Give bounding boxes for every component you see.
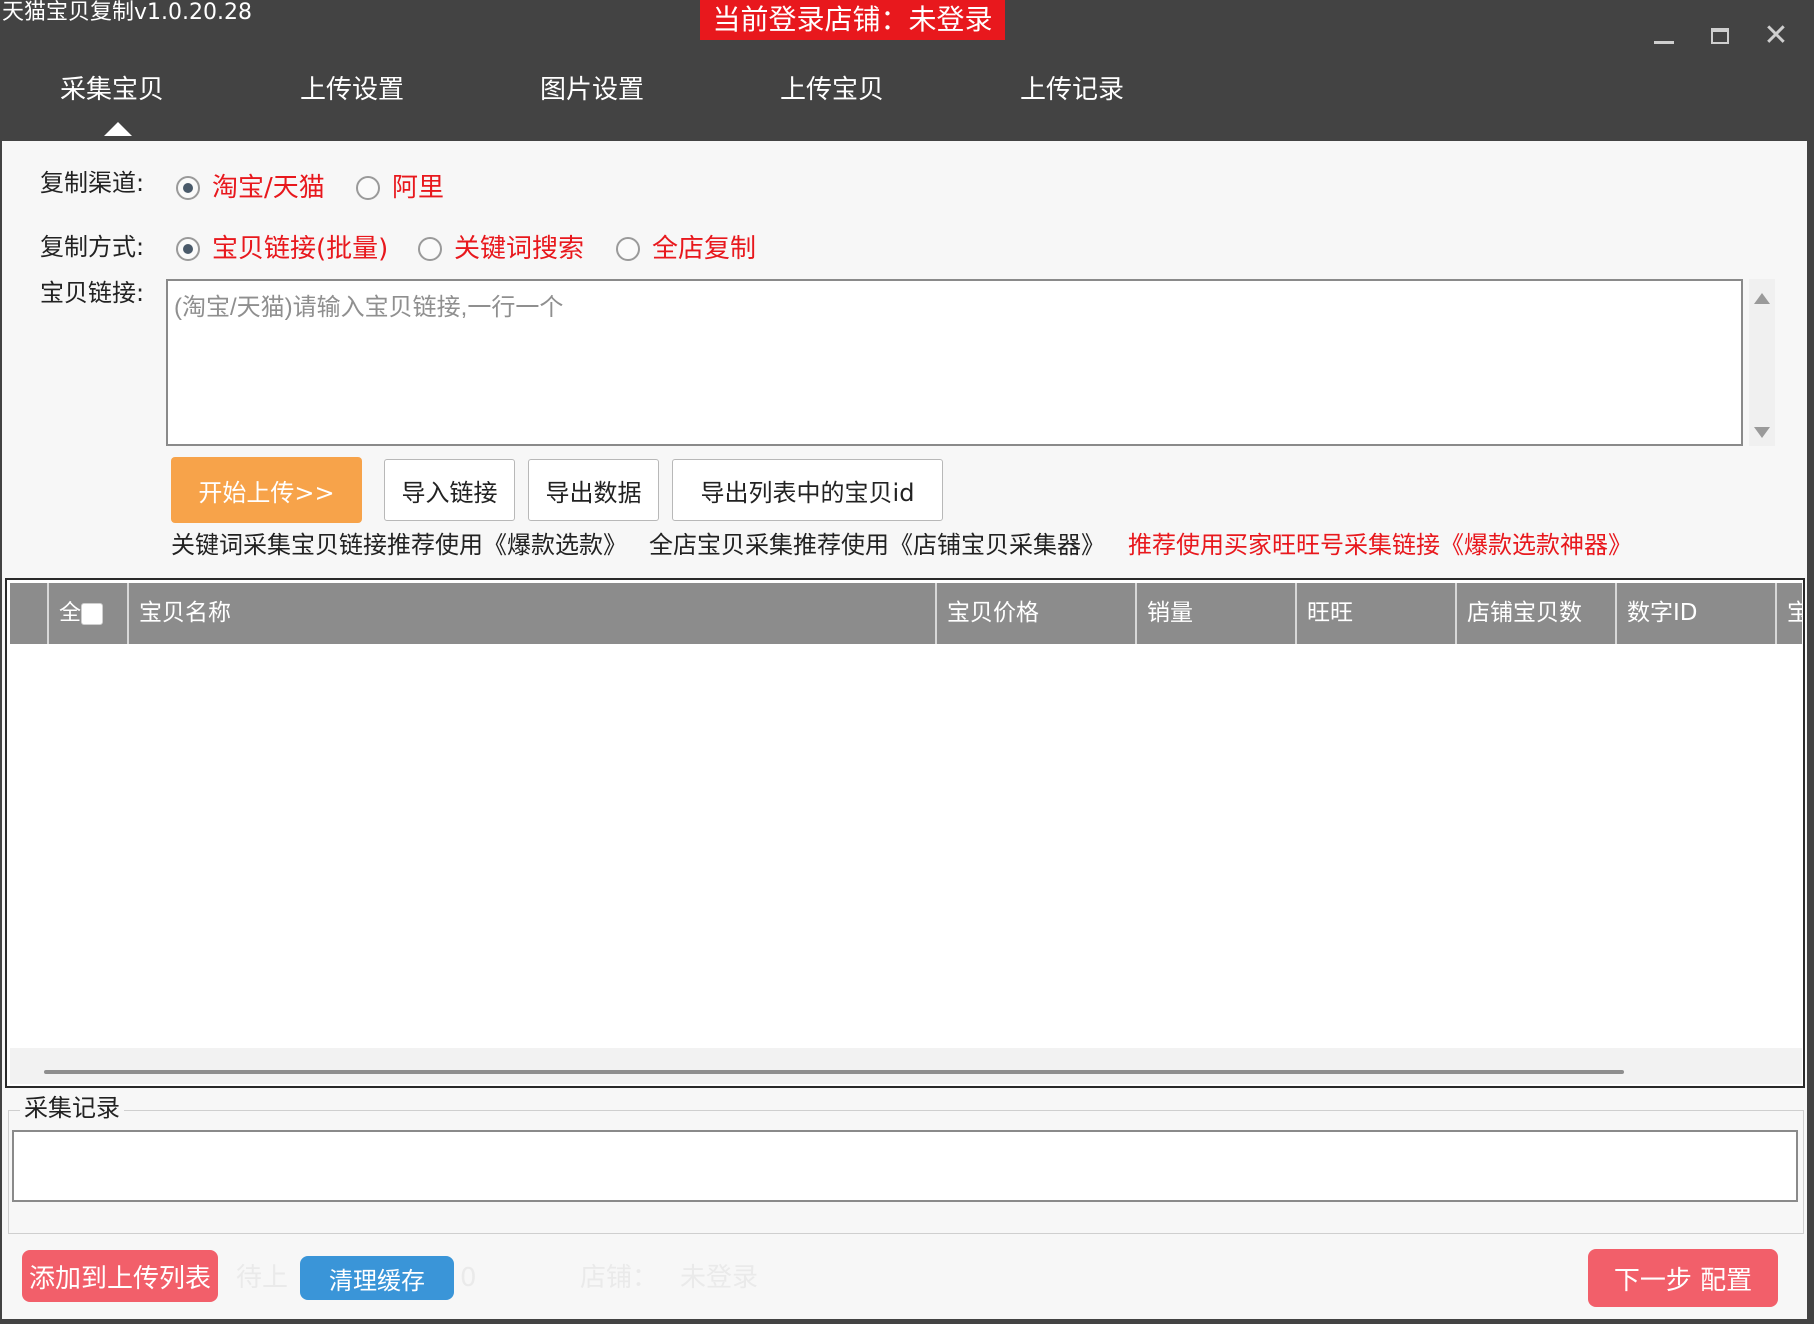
next-step-config-button[interactable]: 下一步 配置 — [1588, 1249, 1778, 1307]
link-label: 宝贝链接: — [40, 279, 145, 307]
minimize-icon — [1654, 40, 1674, 44]
link-textarea[interactable] — [168, 281, 1741, 444]
tab-upload-records[interactable]: 上传记录 — [1020, 72, 1124, 108]
active-tab-indicator — [104, 122, 132, 136]
tab-upload-items[interactable]: 上传宝贝 — [780, 72, 884, 108]
radio-method-item-link[interactable]: 宝贝链接(批量) — [176, 234, 388, 264]
column-header-truncated[interactable]: 宝 — [1775, 583, 1802, 644]
shop-label: 店铺： — [580, 1263, 659, 1293]
channel-label: 复制渠道: — [40, 169, 145, 197]
radio-unchecked-icon — [356, 176, 380, 200]
table-scroll-thumb[interactable] — [44, 1070, 1624, 1074]
column-header-sales[interactable]: 销量 — [1135, 583, 1295, 644]
close-icon: ✕ — [1763, 18, 1789, 53]
radio-label: 关键词搜索 — [454, 234, 585, 264]
radio-unchecked-icon — [418, 237, 442, 261]
title-bar: 天猫宝贝复制v1.0.20.28 当前登录店铺：未登录 ✕ 采集宝贝 上传设置 … — [0, 0, 1814, 141]
shop-hint[interactable]: 全店宝贝采集推荐使用《店铺宝贝采集器》 — [649, 530, 1105, 560]
select-all-header: 全 — [47, 583, 127, 644]
select-all-checkbox[interactable] — [81, 603, 103, 625]
radio-checked-icon — [176, 176, 200, 200]
keyword-hint[interactable]: 关键词采集宝贝链接推荐使用《爆款选款》 — [171, 530, 627, 560]
method-label: 复制方式: — [40, 233, 145, 261]
close-button[interactable]: ✕ — [1756, 18, 1796, 54]
radio-channel-ali[interactable]: 阿里 — [356, 173, 444, 203]
radio-label: 淘宝/天猫 — [212, 173, 325, 203]
log-output[interactable] — [12, 1130, 1798, 1202]
table-horizontal-scrollbar[interactable] — [10, 1048, 1802, 1084]
minimize-button[interactable] — [1644, 18, 1684, 54]
select-all-label: 全 — [59, 601, 82, 626]
scroll-down-icon[interactable] — [1754, 427, 1770, 438]
shop-value: 未登录 — [680, 1263, 759, 1293]
radio-channel-taobao[interactable]: 淘宝/天猫 — [176, 173, 325, 203]
items-table: 全 宝贝名称 宝贝价格 销量 旺旺 店铺宝贝数 数字ID 宝 — [5, 578, 1805, 1088]
start-upload-button[interactable]: 开始上传>> — [171, 457, 362, 523]
tab-upload-settings[interactable]: 上传设置 — [300, 72, 404, 108]
radio-unchecked-icon — [616, 237, 640, 261]
import-links-button[interactable]: 导入链接 — [384, 459, 515, 521]
radio-label: 宝贝链接(批量) — [212, 234, 389, 264]
pending-upload-label: 待上 — [236, 1263, 289, 1293]
radio-method-whole-shop[interactable]: 全店复制 — [616, 234, 756, 264]
link-textarea-frame — [166, 279, 1743, 446]
maximize-icon — [1711, 28, 1729, 44]
column-header-wangwang[interactable]: 旺旺 — [1295, 583, 1455, 644]
app-title: 天猫宝贝复制v1.0.20.28 — [2, 0, 252, 25]
column-header-name[interactable]: 宝贝名称 — [127, 583, 935, 644]
clear-cache-button[interactable]: 清理缓存 — [300, 1256, 454, 1300]
tab-image-settings[interactable]: 图片设置 — [540, 72, 644, 108]
scroll-up-icon[interactable] — [1754, 293, 1770, 304]
log-title: 采集记录 — [20, 1093, 124, 1123]
table-header: 全 宝贝名称 宝贝价格 销量 旺旺 店铺宝贝数 数字ID 宝 — [10, 583, 1802, 644]
tab-collect[interactable]: 采集宝贝 — [60, 72, 164, 108]
column-header-price[interactable]: 宝贝价格 — [935, 583, 1135, 644]
export-ids-button[interactable]: 导出列表中的宝贝id — [672, 459, 943, 521]
radio-checked-icon — [176, 237, 200, 261]
pending-count: 0 — [460, 1263, 477, 1293]
column-header-numeric-id[interactable]: 数字ID — [1615, 583, 1775, 644]
radio-label: 全店复制 — [652, 234, 757, 264]
buyer-hint[interactable]: 推荐使用买家旺旺号采集链接《爆款选款神器》 — [1128, 530, 1632, 560]
maximize-button[interactable] — [1700, 18, 1740, 54]
column-header-shop-item-count[interactable]: 店铺宝贝数 — [1455, 583, 1615, 644]
login-status-banner: 当前登录店铺：未登录 — [700, 0, 1005, 40]
add-to-upload-list-button[interactable]: 添加到上传列表 — [22, 1250, 218, 1302]
link-scrollbar[interactable] — [1749, 279, 1775, 446]
radio-method-keyword[interactable]: 关键词搜索 — [418, 234, 584, 264]
radio-label: 阿里 — [392, 173, 445, 203]
export-data-button[interactable]: 导出数据 — [528, 459, 659, 521]
